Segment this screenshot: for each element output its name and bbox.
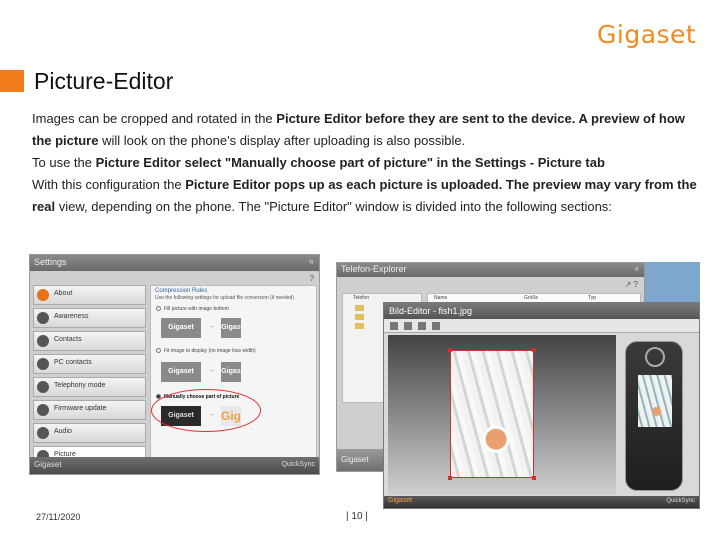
sidebar-item-contacts: Contacts bbox=[33, 331, 146, 351]
radio-icon bbox=[156, 306, 161, 312]
editor-footer: Gigaset QuickSync bbox=[384, 496, 699, 508]
thumb-result: Gigas bbox=[221, 318, 241, 338]
gigaset-logo: Gigaset bbox=[597, 20, 697, 49]
footer-brand: Gigaset bbox=[34, 460, 62, 469]
folder-icon bbox=[355, 305, 364, 311]
column-header: Name bbox=[434, 295, 448, 301]
highlight-circle bbox=[151, 389, 261, 432]
editor-title: Bild-Editor - fish1.jpg bbox=[384, 303, 699, 319]
settings-screenshot: Settings « ? About Awareness Contacts PC… bbox=[29, 254, 320, 475]
phone-screen-preview bbox=[638, 375, 672, 427]
picture-settings-panel: Compression Rules Use the following sett… bbox=[150, 285, 317, 458]
rotate-left-icon bbox=[390, 322, 398, 330]
collapse-chevron-icon: « bbox=[634, 264, 639, 273]
body-paragraph: Images can be cropped and rotated in the… bbox=[32, 108, 702, 152]
contacts-icon bbox=[37, 335, 49, 347]
sidebar-item-label: PC contacts bbox=[54, 359, 92, 366]
body-text: Images can be cropped and rotated in the… bbox=[32, 108, 702, 218]
body-paragraph: With this configuration the Picture Edit… bbox=[32, 174, 702, 218]
rotate-right-icon bbox=[404, 322, 412, 330]
explorer-title: Telefon-Explorer bbox=[341, 264, 407, 274]
text-segment: Images can be cropped and rotated in the bbox=[32, 111, 277, 126]
sidebar-item-firmware: Firmware update bbox=[33, 400, 146, 420]
option-fit: Fit image to display (no image loss widt… bbox=[156, 348, 256, 354]
column-header: Typ bbox=[588, 295, 597, 301]
sidebar-item-audio: Audio bbox=[33, 423, 146, 443]
folder-icon bbox=[355, 323, 364, 329]
sidebar-item-label: Awareness bbox=[54, 313, 89, 320]
about-icon bbox=[37, 289, 49, 301]
awareness-icon bbox=[37, 312, 49, 324]
folder-icon bbox=[355, 314, 364, 320]
bold-text: Picture Editor select "Manually choose p… bbox=[95, 155, 605, 170]
footer-brand: Gigaset bbox=[388, 497, 413, 504]
page-number: | 10 | bbox=[346, 511, 368, 522]
telephony-icon bbox=[37, 381, 49, 393]
settings-title: Settings bbox=[34, 257, 67, 267]
sidebar-item-about: About bbox=[33, 285, 146, 305]
background-strip bbox=[645, 262, 700, 302]
arrow-icon: → bbox=[208, 323, 215, 330]
thumb-source: Gigaset bbox=[161, 362, 201, 382]
zoom-in-icon bbox=[418, 322, 426, 330]
footer-quicksync: QuickSync bbox=[666, 498, 695, 504]
crop-handle bbox=[448, 476, 452, 480]
crop-handle bbox=[532, 348, 536, 352]
arrow-icon: → bbox=[208, 367, 215, 374]
text-segment: With this configuration the bbox=[32, 177, 186, 192]
settings-sidebar: About Awareness Contacts PC contacts Tel… bbox=[33, 285, 146, 469]
group-label: Compression Rules bbox=[155, 288, 208, 294]
sidebar-item-label: Telephony mode bbox=[54, 382, 106, 389]
footer-date: 27/11/2020 bbox=[36, 512, 81, 522]
radio-icon bbox=[156, 348, 161, 354]
sidebar-item-awareness: Awareness bbox=[33, 308, 146, 328]
sidebar-item-pc-contacts: PC contacts bbox=[33, 354, 146, 374]
settings-footer: Gigaset QuickSync bbox=[30, 457, 319, 474]
audio-icon bbox=[37, 427, 49, 439]
body-paragraph: To use the Picture Editor select "Manual… bbox=[32, 152, 702, 174]
phone-preview bbox=[625, 341, 683, 491]
thumb-source: Gigaset bbox=[161, 318, 201, 338]
tree-root-label: Telefon bbox=[353, 295, 370, 301]
explorer-tools-icon: ↗ ? bbox=[624, 280, 638, 289]
title-accent-bar bbox=[0, 70, 24, 92]
explorer-header: Telefon-Explorer « bbox=[337, 263, 644, 277]
option-fill: Fill picture with image bottom bbox=[156, 306, 229, 312]
pc-contacts-icon bbox=[37, 358, 49, 370]
sidebar-item-label: Audio bbox=[54, 428, 72, 435]
crop-handle bbox=[532, 476, 536, 480]
crop-area-photo bbox=[448, 348, 536, 480]
collapse-chevron-icon: « bbox=[308, 256, 314, 266]
text-segment: will look on the phone's display after u… bbox=[98, 133, 466, 148]
sidebar-item-label: Contacts bbox=[54, 336, 82, 343]
phone-button-icon bbox=[645, 347, 665, 367]
footer-brand: Gigaset bbox=[341, 455, 369, 464]
footer-quicksync: QuickSync bbox=[281, 461, 315, 468]
text-segment: To use the bbox=[32, 155, 96, 170]
zoom-out-icon bbox=[432, 322, 440, 330]
sidebar-item-label: Firmware update bbox=[54, 405, 107, 412]
column-header: Größe bbox=[524, 295, 539, 301]
text-segment: view, depending on the phone. The "Pictu… bbox=[55, 199, 612, 214]
page-title: Picture-Editor bbox=[34, 68, 174, 94]
picture-editor-screenshot: Bild-Editor - fish1.jpg Gigaset QuickSyn… bbox=[383, 302, 700, 509]
help-icon: ? bbox=[309, 274, 314, 283]
firmware-icon bbox=[37, 404, 49, 416]
editor-canvas bbox=[388, 335, 616, 495]
group-description: Use the following settings for upload fi… bbox=[155, 295, 294, 301]
settings-header: Settings « bbox=[30, 255, 319, 271]
thumb-result: Gigas bbox=[221, 362, 241, 382]
crop-handle bbox=[448, 348, 452, 352]
sidebar-item-telephony: Telephony mode bbox=[33, 377, 146, 397]
editor-toolbar bbox=[384, 319, 699, 333]
sidebar-item-label: About bbox=[54, 290, 73, 297]
